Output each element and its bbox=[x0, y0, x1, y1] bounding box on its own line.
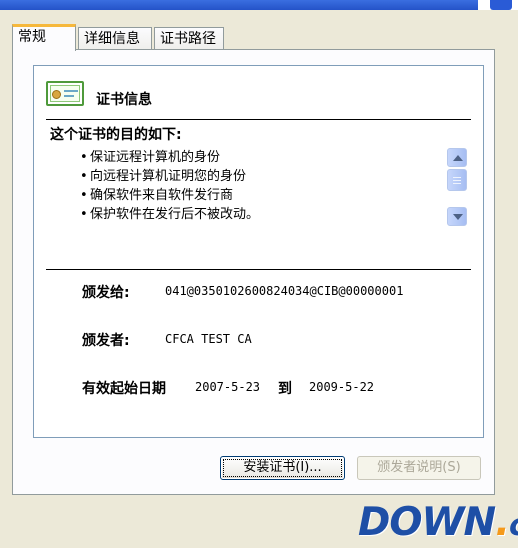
install-certificate-button[interactable]: 安装证书(I)... bbox=[220, 456, 345, 480]
purpose-text: 向远程计算机证明您的身份 bbox=[90, 169, 247, 184]
watermark-suffix: cc bbox=[509, 508, 518, 543]
issuer-statement-button[interactable]: 颁发者说明(S) bbox=[357, 456, 481, 480]
scrollbar-thumb[interactable] bbox=[447, 169, 467, 191]
tab-general[interactable]: 常规 bbox=[12, 24, 76, 51]
tab-strip: 常规 详细信息 证书路径 bbox=[12, 24, 472, 51]
purpose-list: • 保证远程计算机的身份 • 向远程计算机证明您的身份 • 确保软件来自软件发行商 •… bbox=[80, 148, 259, 224]
watermark-dot: . bbox=[495, 500, 510, 545]
watermark-main: DOWN bbox=[358, 500, 496, 545]
list-item: • 向远程计算机证明您的身份 bbox=[80, 169, 247, 184]
purpose-text: 保证远程计算机的身份 bbox=[90, 150, 221, 165]
issued-by-value: CFCA TEST CA bbox=[165, 332, 252, 346]
valid-to-value: 2009-5-22 bbox=[309, 380, 375, 394]
purpose-text: 确保软件来自软件发行商 bbox=[90, 188, 234, 203]
list-item: • 确保软件来自软件发行商 bbox=[80, 188, 234, 203]
issued-to-value: 041@0350102600824034@CIB@00000001 bbox=[165, 284, 404, 298]
arrow-up-icon bbox=[453, 155, 463, 161]
issued-to-label: 颁发给: bbox=[82, 285, 130, 301]
certificate-info-title: 证书信息 bbox=[96, 92, 152, 108]
valid-from-label: 有效起始日期 bbox=[82, 381, 166, 397]
arrow-down-icon bbox=[453, 214, 463, 220]
window-title-strip bbox=[0, 0, 518, 10]
tab-certification-path[interactable]: 证书路径 bbox=[154, 27, 224, 51]
list-item: • 保护软件在发行后不被改动。 bbox=[80, 207, 260, 222]
issued-by-label: 颁发者: bbox=[82, 333, 130, 349]
purpose-text: 保护软件在发行后不被改动。 bbox=[90, 207, 260, 222]
valid-to-label: 到 bbox=[278, 381, 292, 397]
list-item: • 保证远程计算机的身份 bbox=[80, 150, 221, 165]
valid-from-value: 2007-5-23 bbox=[195, 380, 261, 394]
scroll-up-button[interactable] bbox=[447, 148, 467, 167]
tab-details[interactable]: 详细信息 bbox=[78, 27, 152, 51]
close-button-edge[interactable] bbox=[490, 0, 512, 10]
scroll-down-button[interactable] bbox=[447, 207, 467, 226]
title-divider bbox=[46, 119, 471, 120]
purpose-heading: 这个证书的目的如下: bbox=[50, 127, 182, 143]
certificate-icon bbox=[46, 81, 84, 106]
watermark-logo: DOWN.cc bbox=[358, 500, 518, 545]
details-divider bbox=[46, 269, 471, 270]
